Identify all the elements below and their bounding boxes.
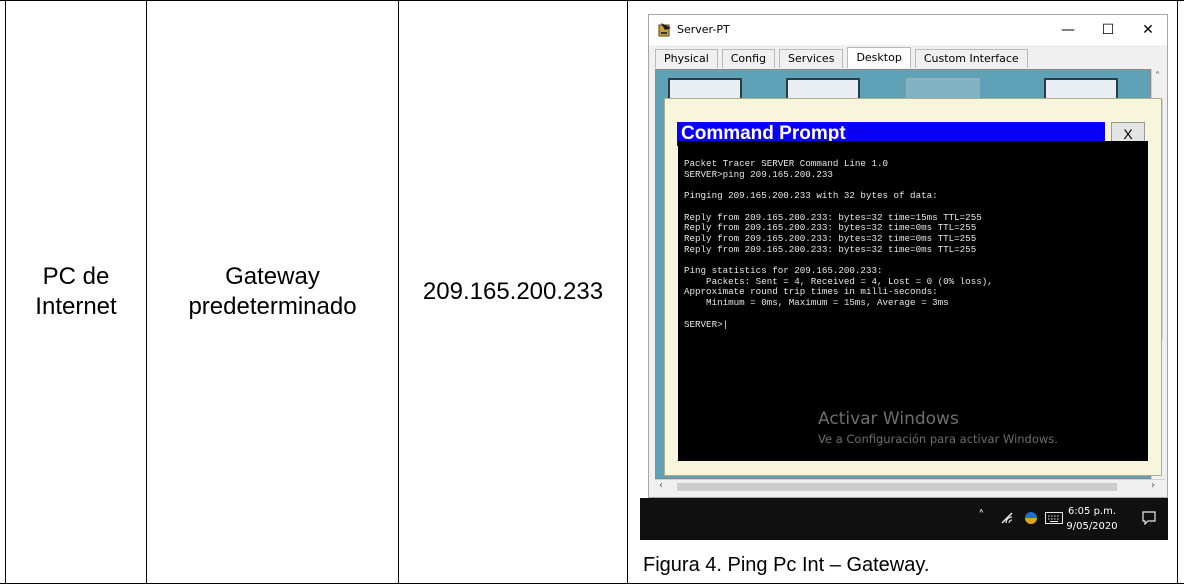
server-app-icon [658,23,671,37]
command-prompt-dialog: Command Prompt X Packet Tracer SERVER Co… [664,98,1162,476]
table-column-divider [627,0,628,584]
keyboard-icon[interactable] [1045,512,1063,524]
cell-interface-line2: predeterminado [188,293,357,320]
tab-physical[interactable]: Physical [655,49,718,68]
scroll-right-icon[interactable]: › [1151,480,1155,491]
tab-config[interactable]: Config [721,49,776,68]
notification-icon[interactable] [1142,511,1156,525]
network-icon[interactable] [1024,511,1038,525]
table-border-right [1177,0,1178,584]
terminal-output[interactable]: Packet Tracer SERVER Command Line 1.0 SE… [678,141,1148,461]
chevron-up-icon[interactable]: ˄ [978,509,985,524]
ip-address-text: 209.165.200.233 [422,278,604,305]
close-icon[interactable]: ✕ [1133,19,1163,41]
terminal-text: Packet Tracer SERVER Command Line 1.0 SE… [684,158,993,330]
wifi-icon[interactable] [1000,511,1014,525]
minimize-icon[interactable]: — [1053,19,1083,41]
cell-device-line2: Internet [35,293,117,320]
tab-custom-interface[interactable]: Custom Interface [914,49,1028,68]
cell-interface-line1: Gateway [225,263,320,290]
horizontal-scroll-thumb[interactable] [677,483,1117,491]
clock-date: 9/05/2020 [1066,521,1118,532]
window-titlebar[interactable]: Server-PT — ☐ ✕ [649,15,1167,45]
activation-watermark-subtitle: Ve a Configuración para activar Windows. [818,432,1058,446]
taskbar-clock[interactable]: 6:05 p.m. 9/05/2020 [1062,504,1122,534]
maximize-icon[interactable]: ☐ [1093,19,1123,41]
clock-time: 6:05 p.m. [1067,506,1117,517]
activation-watermark-title: Activar Windows [818,409,959,429]
window-tabs: Physical Config Services Desktop Custom … [655,47,1032,69]
horizontal-scrollbar[interactable]: ‹ › [655,479,1165,493]
tab-desktop[interactable]: Desktop [847,47,911,68]
window-title: Server-PT [677,23,730,36]
windows-taskbar: ˄ 6:05 p.m. 9/05/2020 [640,498,1168,540]
cell-device-line1: PC de [42,263,110,290]
tab-services[interactable]: Services [779,49,844,68]
scroll-left-icon[interactable]: ‹ [659,480,663,491]
scroll-up-icon[interactable]: ˄ [1155,71,1160,82]
cell-ip-address: 209.165.200.233 [399,0,627,584]
cell-interface: Gateway predeterminado [147,0,398,584]
cell-device: PC de Internet [6,0,146,584]
figure-caption: Figura 4. Ping Pc Int – Gateway. [643,554,930,576]
